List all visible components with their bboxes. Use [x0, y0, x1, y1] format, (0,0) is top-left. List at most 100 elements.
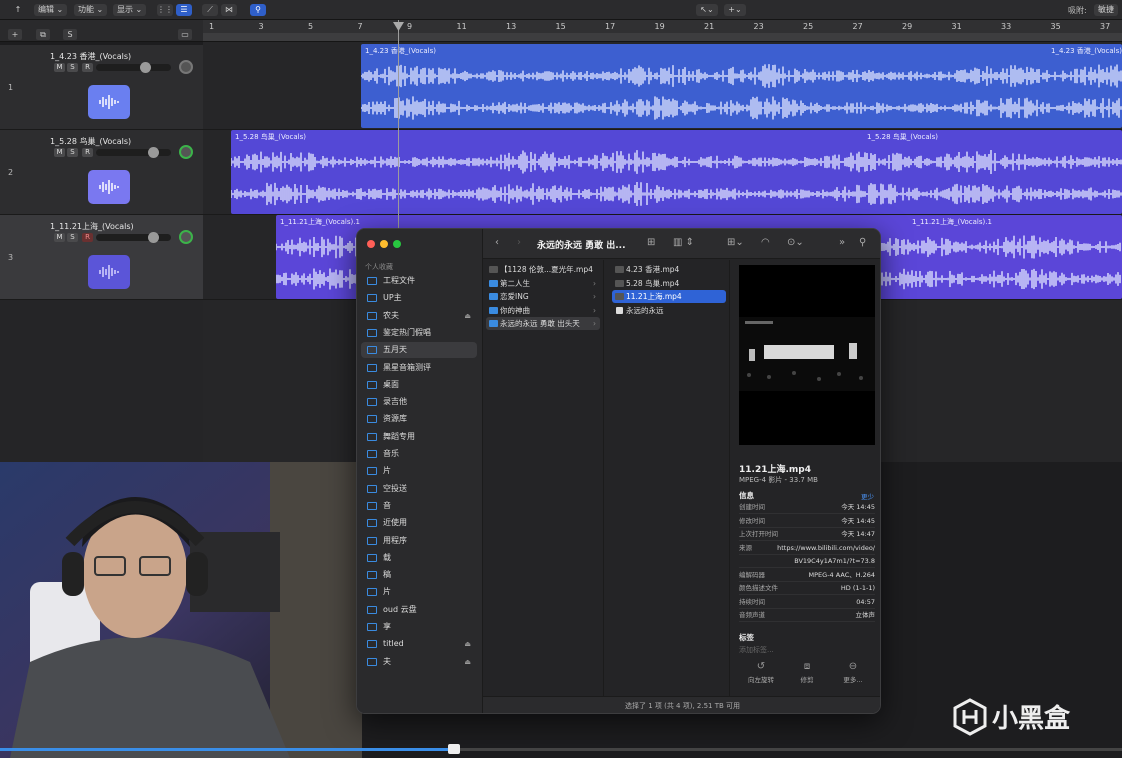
back-arrow-icon[interactable]: ↑	[10, 4, 26, 16]
audio-region-1[interactable]: 1_4.23 香港_(Vocals) 1_4.23 香港_(Vocals)	[361, 44, 1122, 128]
eject-icon[interactable]: ⏏	[464, 636, 471, 652]
sidebar-item[interactable]: 农夫 ⏏	[361, 308, 477, 324]
pencil-tool-icon[interactable]: +⌄	[724, 4, 746, 16]
folder-row[interactable]: 第二人生 ›	[486, 277, 600, 290]
sidebar-item[interactable]: 音乐	[361, 446, 477, 462]
record-button[interactable]: R	[82, 233, 93, 242]
file-row[interactable]: 5.28 鸟巢.mp4	[612, 277, 726, 290]
track-options-icon[interactable]: ▭	[178, 29, 192, 40]
preview-action-button[interactable]: ↺ 向左旋转	[741, 661, 781, 684]
back-icon[interactable]: ‹	[495, 237, 499, 248]
sidebar-item[interactable]: 黑星音箱测评	[361, 360, 477, 376]
file-row[interactable]: 永远的永远	[612, 304, 726, 317]
sidebar-item[interactable]: 片	[361, 463, 477, 479]
cycle-bar[interactable]	[203, 33, 1122, 41]
volume-knob[interactable]	[148, 147, 159, 158]
forward-icon[interactable]: ›	[517, 237, 521, 248]
folder-row[interactable]: 你的神曲 ›	[486, 304, 600, 317]
group-icon[interactable]: ⊞⌄	[727, 237, 744, 248]
sidebar-item[interactable]: titled ⏏	[361, 636, 477, 652]
sidebar-item[interactable]: 片	[361, 584, 477, 600]
volume-knob[interactable]	[140, 62, 151, 73]
new-folder-icon[interactable]: ⊞	[647, 237, 655, 248]
sidebar-item[interactable]: 舞蹈专用	[361, 429, 477, 445]
pointer-tool-icon[interactable]: ↖⌄	[696, 4, 718, 16]
mute-button[interactable]: M	[54, 233, 65, 242]
menu-view[interactable]: 显示 ⌄	[113, 4, 147, 16]
video-progress-bar[interactable]	[0, 748, 1122, 751]
info-row: 编解码器 MPEG-4 AAC、H.264	[739, 569, 875, 582]
track-2[interactable]: 2 1_5.28 鸟巢_(Vocals) M S R	[0, 130, 203, 215]
sidebar-item[interactable]: oud 云盘	[361, 602, 477, 618]
zoom-button[interactable]	[393, 240, 401, 248]
menu-edit[interactable]: 编辑 ⌄	[34, 4, 68, 16]
preview-action-button[interactable]: ⊖ 更多...	[833, 661, 873, 684]
info-row: 音频声道 立体声	[739, 609, 875, 622]
menu-function[interactable]: 功能 ⌄	[74, 4, 108, 16]
sidebar-item[interactable]: 工程文件	[361, 273, 477, 289]
minimize-button[interactable]	[380, 240, 388, 248]
duplicate-track-button[interactable]: ⧉	[36, 29, 50, 40]
pan-knob[interactable]	[179, 60, 193, 74]
solo-button[interactable]: S	[67, 148, 78, 157]
search-icon[interactable]: ⚲	[859, 237, 866, 248]
pan-knob[interactable]	[179, 145, 193, 159]
sidebar-item[interactable]: 夫 ⏏	[361, 654, 477, 670]
eject-icon[interactable]: ⏏	[464, 654, 471, 670]
flex-icon[interactable]: ⋈	[221, 4, 237, 16]
sidebar-item[interactable]: 近使用	[361, 515, 477, 531]
sidebar-item[interactable]: 录吉他	[361, 394, 477, 410]
catch-playhead-icon[interactable]: ⚲	[250, 4, 266, 16]
record-button[interactable]: R	[82, 63, 93, 72]
more-toolbar-icon[interactable]: »	[839, 237, 845, 248]
volume-slider[interactable]	[96, 147, 171, 158]
sidebar-item[interactable]: 桌面	[361, 377, 477, 393]
column-view-icon[interactable]: ▥ ⇕	[673, 237, 694, 248]
list-view-icon[interactable]: ☰	[176, 4, 192, 16]
record-button[interactable]: R	[82, 148, 93, 157]
sidebar-item[interactable]: 载	[361, 550, 477, 566]
folder-row[interactable]: 恋爱ING ›	[486, 290, 600, 303]
automation-icon[interactable]: ⟋	[202, 4, 218, 16]
tags-input[interactable]: 添加标签...	[739, 645, 774, 655]
sidebar-item[interactable]: 空投送	[361, 481, 477, 497]
video-progress-handle[interactable]	[448, 744, 460, 754]
sidebar-item[interactable]: 资源库	[361, 411, 477, 427]
mute-button[interactable]: M	[54, 148, 65, 157]
info-key: 编解码器	[739, 570, 765, 579]
audio-region-2[interactable]: 1_5.28 鸟巢_(Vocals) 1_5.28 鸟巢_(Vocals)	[231, 130, 1122, 214]
pan-knob[interactable]	[179, 230, 193, 244]
action-menu-icon[interactable]: ⊙⌄	[787, 237, 804, 248]
file-row[interactable]: 4.23 香港.mp4	[612, 263, 726, 276]
global-solo-button[interactable]: S	[63, 29, 77, 40]
grid-view-icon[interactable]: ⋮⋮	[157, 4, 173, 16]
airdrop-icon[interactable]: ◠	[761, 237, 770, 248]
sidebar-item[interactable]: 鉴定热门假唱	[361, 325, 477, 341]
volume-slider[interactable]	[96, 232, 171, 243]
file-row[interactable]: 【1128 伦敦...夏光年.mp4	[486, 263, 600, 276]
snap-select[interactable]: 敏捷	[1094, 4, 1118, 16]
timeline-ruler[interactable]: 1 3 5 7 9 11 13 15 17 19 21 23 25 27 29 31 33 35 37	[203, 20, 1122, 42]
volume-slider[interactable]	[96, 62, 171, 73]
track-3[interactable]: 3 1_11.21上海_(Vocals) M S R	[0, 215, 203, 300]
sidebar-item[interactable]: 音	[361, 498, 477, 514]
show-less-link[interactable]: 更少	[861, 491, 874, 501]
eject-icon[interactable]: ⏏	[464, 308, 471, 324]
track-1[interactable]: 1 1_4.23 香港_(Vocals) M S R	[0, 45, 203, 130]
sidebar-item[interactable]: UP主	[361, 290, 477, 306]
solo-button[interactable]: S	[67, 233, 78, 242]
volume-knob[interactable]	[148, 232, 159, 243]
close-button[interactable]	[367, 240, 375, 248]
folder-icon	[367, 398, 377, 407]
sidebar-item[interactable]: 稿	[361, 567, 477, 583]
sidebar-item[interactable]: 享	[361, 619, 477, 635]
file-row[interactable]: 11.21上海.mp4	[612, 290, 726, 303]
mute-button[interactable]: M	[54, 63, 65, 72]
sidebar-item[interactable]: 五月天	[361, 342, 477, 359]
solo-button[interactable]: S	[67, 63, 78, 72]
add-track-button[interactable]: +	[8, 29, 22, 40]
sidebar-item[interactable]: 用程序	[361, 533, 477, 549]
preview-action-button[interactable]: ⧈ 修剪	[787, 661, 827, 684]
folder-row[interactable]: 永远的永远 勇敢 出头天 ›	[486, 317, 600, 330]
video-preview-thumbnail[interactable]	[739, 265, 875, 445]
